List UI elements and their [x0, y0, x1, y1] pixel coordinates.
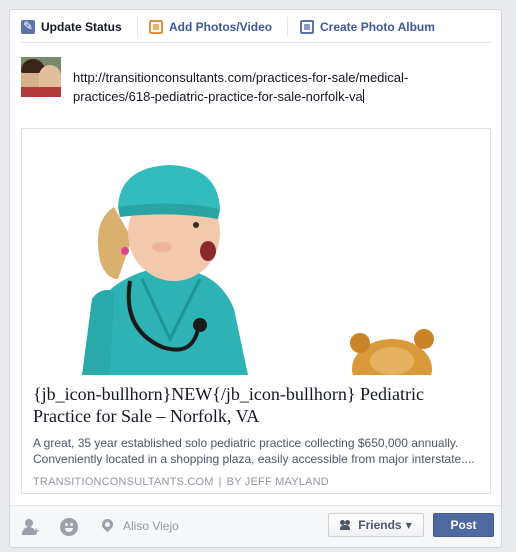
album-icon — [300, 20, 314, 34]
tab-label: Create Photo Album — [320, 20, 435, 34]
child-doctor-photo — [82, 165, 434, 375]
status-input[interactable]: http://transitionconsultants.com/practic… — [73, 68, 473, 106]
avatar[interactable] — [21, 57, 61, 97]
friends-icon — [340, 520, 352, 530]
link-author: BY JEFF MAYLAND — [226, 476, 329, 488]
location-pin-icon[interactable] — [99, 516, 117, 536]
link-preview-body: {jb_icon-bullhorn}NEW{/jb_icon-bullhorn}… — [33, 383, 481, 488]
link-preview[interactable]: {jb_icon-bullhorn}NEW{/jb_icon-bullhorn}… — [21, 128, 491, 494]
pencil-icon — [21, 19, 35, 34]
post-button[interactable]: Post — [433, 513, 494, 537]
status-input-value: http://transitionconsultants.com/practic… — [73, 70, 409, 104]
teddy-bear-icon — [350, 329, 434, 375]
tab-update-status[interactable]: Update Status — [21, 18, 122, 36]
tab-label: Update Status — [41, 20, 122, 34]
chevron-down-icon: ▼ — [405, 520, 412, 530]
status-composer: Update Status Add Photos/Video Create Ph… — [9, 9, 502, 548]
audience-selector-button[interactable]: Friends ▼ — [328, 513, 424, 537]
tag-friends-icon[interactable]: + — [22, 518, 40, 538]
tab-add-photos-video[interactable]: Add Photos/Video — [149, 18, 272, 36]
composer-footer: + Aliso Viejo Friends ▼ Post — [10, 505, 501, 547]
audience-label: Friends — [358, 518, 402, 532]
location-label[interactable]: Aliso Viejo — [123, 519, 179, 533]
feeling-icon[interactable] — [60, 518, 78, 536]
tab-label: Add Photos/Video — [169, 20, 273, 34]
avatar-shirt — [21, 87, 61, 97]
photo-icon — [149, 20, 163, 34]
meta-separator: | — [218, 476, 222, 488]
tab-divider — [287, 17, 288, 37]
link-meta: TRANSITIONCONSULTANTS.COM | BY JEFF MAYLAN… — [33, 476, 481, 488]
link-domain: TRANSITIONCONSULTANTS.COM — [33, 476, 214, 488]
link-description: A great, 35 year established solo pediat… — [33, 436, 475, 466]
link-preview-image[interactable] — [22, 129, 490, 375]
tab-create-photo-album[interactable]: Create Photo Album — [300, 18, 435, 36]
tab-divider — [137, 17, 138, 37]
tabs-divider — [20, 42, 491, 43]
link-title[interactable]: {jb_icon-bullhorn}NEW{/jb_icon-bullhorn}… — [33, 383, 481, 427]
text-caret — [362, 89, 364, 103]
composer-tabs: Update Status Add Photos/Video Create Ph… — [10, 10, 501, 42]
